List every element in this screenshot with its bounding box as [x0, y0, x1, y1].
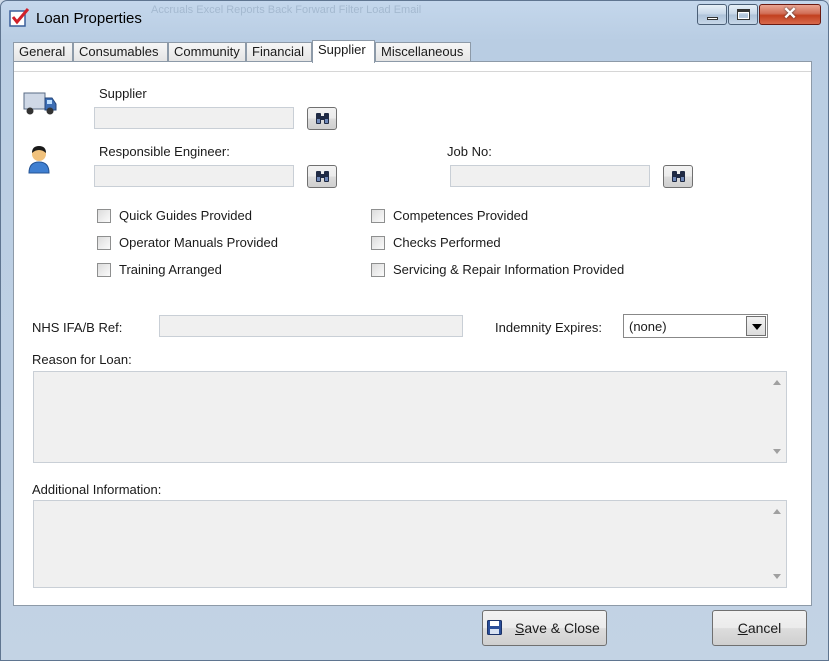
nhs-ref-label: NHS IFA/B Ref: — [32, 320, 123, 335]
responsible-engineer-label: Responsible Engineer: — [99, 144, 230, 159]
checkbox-box[interactable] — [97, 209, 111, 223]
checkbox-box[interactable] — [371, 263, 385, 277]
checkbox-label: Operator Manuals Provided — [119, 235, 278, 250]
minimize-button[interactable] — [697, 4, 727, 25]
title-bar[interactable]: Loan Properties Accruals Excel Reports B… — [1, 1, 828, 35]
tab-label: Miscellaneous — [381, 44, 464, 59]
checkbox-box[interactable] — [97, 236, 111, 250]
app-checkmark-icon — [9, 8, 30, 27]
supplier-field[interactable] — [94, 107, 294, 129]
chevron-down-icon[interactable] — [746, 316, 766, 336]
binoculars-icon — [316, 113, 329, 124]
scroll-down-icon[interactable] — [773, 449, 781, 454]
additional-information-textarea[interactable] — [33, 500, 787, 588]
engineer-lookup-button[interactable] — [307, 165, 337, 188]
checkbox-label: Competences Provided — [393, 208, 529, 223]
cancel-label-rest: ancel — [747, 620, 782, 636]
reason-for-loan-label: Reason for Loan: — [32, 352, 132, 367]
indemnity-expires-label: Indemnity Expires: — [495, 320, 602, 335]
indemnity-expires-value: (none) — [629, 319, 667, 334]
tab-miscellaneous[interactable]: Miscellaneous — [375, 42, 471, 62]
job-no-label: Job No: — [447, 144, 492, 159]
reason-scrollbar[interactable] — [769, 372, 786, 462]
supplier-lookup-button[interactable] — [307, 107, 337, 130]
scroll-down-icon[interactable] — [773, 574, 781, 579]
cancel-accelerator: C — [737, 620, 748, 636]
tab-supplier[interactable]: Supplier — [312, 40, 375, 63]
tab-label: General — [19, 44, 66, 59]
window-title: Loan Properties — [36, 10, 142, 27]
save-and-close-button[interactable]: Save & Close — [482, 610, 607, 646]
cancel-button[interactable]: Cancel — [712, 610, 807, 646]
loan-properties-window: Loan Properties Accruals Excel Reports B… — [0, 0, 829, 661]
tab-label: Community — [174, 44, 240, 59]
save-and-close-label: Save & Close — [515, 611, 600, 645]
truck-icon — [23, 92, 57, 115]
background-app-ghost-text: Accruals Excel Reports Back Forward Filt… — [151, 4, 422, 16]
additional-scrollbar[interactable] — [769, 501, 786, 587]
tab-label: Supplier — [318, 42, 366, 57]
supplier-tab-panel: Supplier Responsible Engineer: Job No: Q… — [13, 61, 812, 606]
tab-financial[interactable]: Financial — [246, 42, 312, 62]
supplier-label: Supplier — [99, 86, 147, 101]
checkbox-label: Servicing & Repair Information Provided — [393, 262, 625, 277]
responsible-engineer-field[interactable] — [94, 165, 294, 187]
tab-label: Consumables — [79, 44, 159, 59]
maximize-icon — [737, 9, 750, 20]
tab-label: Financial — [252, 44, 305, 59]
scroll-up-icon[interactable] — [773, 509, 781, 514]
job-lookup-button[interactable] — [663, 165, 693, 188]
checkbox-box[interactable] — [97, 263, 111, 277]
save-label-rest: ave & Close — [524, 620, 600, 636]
close-button[interactable]: ✕ — [759, 4, 821, 25]
close-icon: ✕ — [782, 4, 798, 23]
binoculars-icon — [672, 171, 685, 182]
maximize-button[interactable] — [728, 4, 758, 25]
scroll-up-icon[interactable] — [773, 380, 781, 385]
checkbox-box[interactable] — [371, 236, 385, 250]
cancel-label: Cancel — [738, 620, 782, 636]
reason-for-loan-textarea[interactable] — [33, 371, 787, 463]
save-accelerator: S — [515, 620, 525, 636]
tab-general[interactable]: General — [13, 42, 73, 62]
checkbox-box[interactable] — [371, 209, 385, 223]
checkbox-label: Quick Guides Provided — [119, 208, 252, 223]
additional-information-label: Additional Information: — [32, 482, 162, 497]
job-no-field[interactable] — [450, 165, 650, 187]
tab-community[interactable]: Community — [168, 42, 246, 62]
person-icon — [28, 146, 50, 174]
floppy-disk-icon — [487, 620, 502, 635]
nhs-ref-field[interactable] — [159, 315, 463, 337]
binoculars-icon — [316, 171, 329, 182]
tab-consumables[interactable]: Consumables — [73, 42, 168, 62]
checkbox-label: Training Arranged — [119, 262, 222, 277]
checkbox-label: Checks Performed — [393, 235, 501, 250]
panel-divider — [14, 71, 811, 72]
minimize-icon — [707, 17, 718, 20]
indemnity-expires-select[interactable]: (none) — [623, 314, 768, 338]
